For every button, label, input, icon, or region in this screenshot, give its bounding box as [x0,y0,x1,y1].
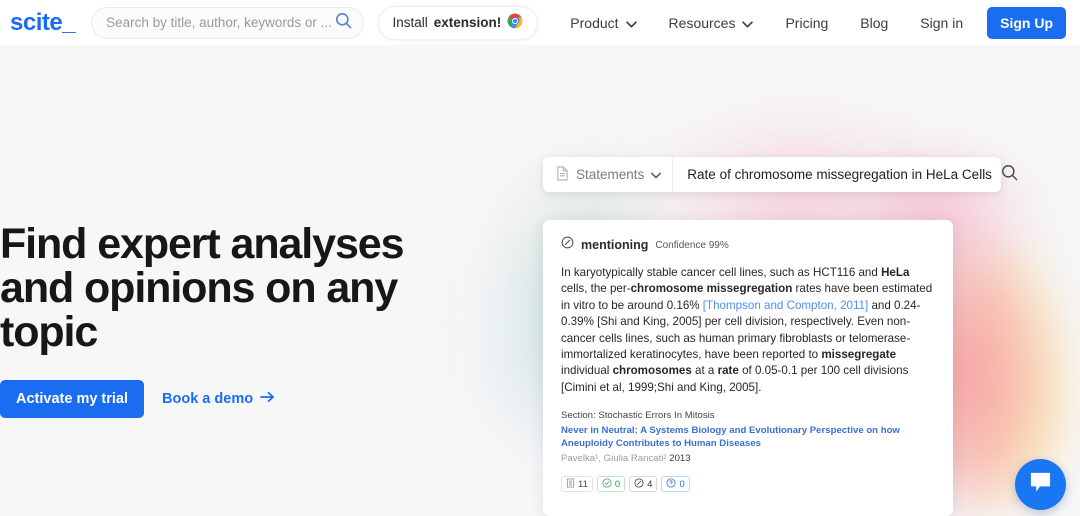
chat-bubble-icon [1028,471,1053,499]
statement-text-emphasis: rate [717,364,739,378]
widget-query-field[interactable]: Rate of chromosome missegregation in HeL… [673,157,1031,192]
statement-reference-link[interactable]: [Thompson and Compton, 2011] [703,299,868,312]
nav-item-pricing[interactable]: Pricing [769,15,844,31]
search-scope-label: Statements [576,167,645,182]
nav-item-sign-in[interactable]: Sign in [904,15,979,31]
supporting-check-icon [602,478,612,491]
statement-text: In karyotypically stable cancer cell lin… [561,265,935,396]
search-input[interactable] [106,15,334,30]
statement-text-run: In karyotypically stable cancer cell lin… [561,266,882,279]
chevron-down-icon [625,15,637,31]
hero-section: Find expert analyses and opinions on any… [0,222,470,418]
chat-support-button[interactable] [1015,459,1066,510]
source-year: 2013 [669,453,691,465]
arrow-right-icon [260,391,275,407]
install-extension-label-bold: extension! [433,15,502,30]
nav-item-pricing-label: Pricing [785,14,829,31]
statement-text-emphasis: chromosome missegregation [630,282,793,296]
install-extension-label-prefix: Install [392,15,428,30]
chrome-icon [507,13,523,32]
statement-source-meta: Section: Stochastic Errors In Mitosis Ne… [561,409,935,464]
chevron-down-icon [742,15,754,31]
nav-links: Product Resources Pricing Blog Sign in S… [554,6,1066,39]
landing-page: scite_ Install extension! [0,0,1080,516]
install-extension-button[interactable]: Install extension! [377,5,539,40]
top-navbar: scite_ Install extension! [0,0,1080,45]
widget-query-text: Rate of chromosome missegregation in HeL… [687,167,992,182]
badge-contrasting-count: 0 [679,478,685,490]
search-icon[interactable] [1000,163,1019,187]
mentioning-slash-icon [561,236,574,254]
nav-item-blog[interactable]: Blog [844,15,904,31]
statement-text-run: cells, the per- [561,282,631,296]
search-scope-dropdown[interactable]: Statements [543,157,674,192]
search-icon[interactable] [334,11,353,35]
badge-contrasting[interactable]: 0 [661,476,690,493]
site-logo[interactable]: scite_ [10,9,76,37]
sign-up-button[interactable]: Sign Up [987,6,1066,39]
badge-citations[interactable]: 11 [561,476,593,493]
global-search-box[interactable] [91,6,364,39]
badge-supporting[interactable]: 0 [596,476,626,493]
badge-citations-count: 11 [578,478,588,490]
activate-trial-button[interactable]: Activate my trial [0,380,145,418]
statement-header: mentioning Confidence 99% [561,236,935,254]
statement-type-label: mentioning [581,238,649,252]
badge-supporting-count: 0 [614,478,621,490]
statement-text-emphasis: chromosomes [612,364,692,378]
badge-mentioning[interactable]: 4 [629,476,658,493]
nav-item-blog-label: Blog [860,14,889,31]
nav-item-product-label: Product [570,14,619,31]
statement-text-emphasis: HeLa [881,266,910,279]
nav-item-product[interactable]: Product [554,15,652,31]
demo-search-widget: Statements Rate of chromosome missegrega… [543,157,1018,192]
statement-text-run: at a [691,364,718,378]
document-icon [556,165,569,184]
citation-stat-badges: 11 0 4 0 [561,476,935,493]
source-authors-names: Pavelka¹, Giulia Rancati² [561,453,670,465]
document-icon [566,478,575,491]
nav-item-resources[interactable]: Resources [653,15,770,31]
book-demo-link[interactable]: Book a demo [162,391,275,407]
hero-cta-row: Activate my trial Book a demo [0,380,470,418]
mentioning-slash-icon [634,478,644,491]
statement-result-card: mentioning Confidence 99% In karyotypica… [543,220,953,516]
source-authors: Pavelka¹, Giulia Rancati² 2013 [561,453,935,464]
nav-item-resources-label: Resources [668,14,736,31]
source-title-link[interactable]: Never in Neutral: A Systems Biology and … [561,424,935,450]
nav-item-sign-in-label: Sign in [920,14,964,31]
chevron-down-icon [651,167,662,182]
page-title: Find expert analyses and opinions on any… [0,220,405,356]
badge-mentioning-count: 4 [647,478,653,490]
statement-text-emphasis: missegregate [821,348,897,362]
contrasting-question-icon [666,478,676,491]
statement-confidence: Confidence 99% [655,239,729,251]
source-section: Section: Stochastic Errors In Mitosis [561,410,715,422]
book-demo-label: Book a demo [162,391,254,407]
statement-text-run: individual [561,364,613,378]
